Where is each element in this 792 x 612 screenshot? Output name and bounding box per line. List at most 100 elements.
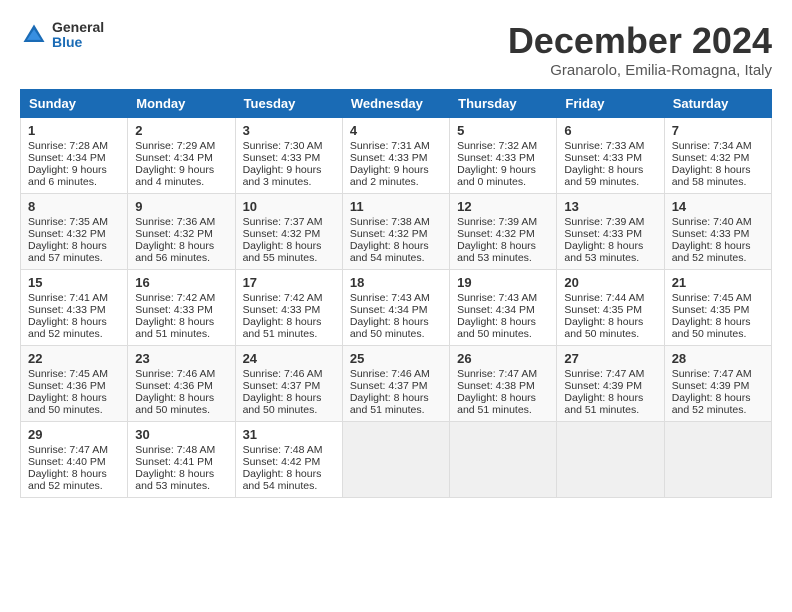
sunset-text: Sunset: 4:33 PM xyxy=(135,304,213,316)
calendar-cell: 27 Sunrise: 7:47 AM Sunset: 4:39 PM Dayl… xyxy=(557,346,664,422)
daylight-text: Daylight: 8 hours and 59 minutes. xyxy=(564,164,643,188)
calendar-cell xyxy=(664,422,771,498)
sunrise-text: Sunrise: 7:32 AM xyxy=(457,140,537,152)
logo-icon xyxy=(20,21,48,49)
calendar-cell: 30 Sunrise: 7:48 AM Sunset: 4:41 PM Dayl… xyxy=(128,422,235,498)
calendar-cell: 3 Sunrise: 7:30 AM Sunset: 4:33 PM Dayli… xyxy=(235,118,342,194)
daylight-text: Daylight: 8 hours and 50 minutes. xyxy=(350,316,429,340)
daylight-text: Daylight: 8 hours and 50 minutes. xyxy=(243,392,322,416)
sunset-text: Sunset: 4:34 PM xyxy=(28,152,106,164)
daylight-text: Daylight: 8 hours and 51 minutes. xyxy=(135,316,214,340)
logo-blue-text: Blue xyxy=(52,35,104,50)
calendar-cell: 19 Sunrise: 7:43 AM Sunset: 4:34 PM Dayl… xyxy=(450,270,557,346)
sunrise-text: Sunrise: 7:45 AM xyxy=(28,368,108,380)
daylight-text: Daylight: 9 hours and 0 minutes. xyxy=(457,164,536,188)
sunrise-text: Sunrise: 7:31 AM xyxy=(350,140,430,152)
calendar-cell: 29 Sunrise: 7:47 AM Sunset: 4:40 PM Dayl… xyxy=(21,422,128,498)
day-number: 23 xyxy=(135,351,227,366)
day-number: 25 xyxy=(350,351,442,366)
sunset-text: Sunset: 4:39 PM xyxy=(564,380,642,392)
sunrise-text: Sunrise: 7:40 AM xyxy=(672,216,752,228)
month-title: December 2024 xyxy=(508,20,772,62)
sunrise-text: Sunrise: 7:42 AM xyxy=(135,292,215,304)
weekday-header: Sunday xyxy=(21,90,128,118)
weekday-header: Wednesday xyxy=(342,90,449,118)
sunset-text: Sunset: 4:34 PM xyxy=(135,152,213,164)
sunset-text: Sunset: 4:35 PM xyxy=(672,304,750,316)
sunset-text: Sunset: 4:37 PM xyxy=(243,380,321,392)
calendar-cell xyxy=(557,422,664,498)
sunset-text: Sunset: 4:36 PM xyxy=(135,380,213,392)
sunrise-text: Sunrise: 7:33 AM xyxy=(564,140,644,152)
daylight-text: Daylight: 8 hours and 50 minutes. xyxy=(564,316,643,340)
sunset-text: Sunset: 4:33 PM xyxy=(243,304,321,316)
daylight-text: Daylight: 8 hours and 53 minutes. xyxy=(135,468,214,492)
sunrise-text: Sunrise: 7:41 AM xyxy=(28,292,108,304)
sunset-text: Sunset: 4:32 PM xyxy=(457,228,535,240)
sunset-text: Sunset: 4:33 PM xyxy=(564,228,642,240)
sunrise-text: Sunrise: 7:46 AM xyxy=(350,368,430,380)
daylight-text: Daylight: 8 hours and 52 minutes. xyxy=(28,316,107,340)
sunrise-text: Sunrise: 7:35 AM xyxy=(28,216,108,228)
day-number: 5 xyxy=(457,123,549,138)
daylight-text: Daylight: 8 hours and 54 minutes. xyxy=(350,240,429,264)
calendar-cell: 23 Sunrise: 7:46 AM Sunset: 4:36 PM Dayl… xyxy=(128,346,235,422)
daylight-text: Daylight: 8 hours and 51 minutes. xyxy=(457,392,536,416)
day-number: 27 xyxy=(564,351,656,366)
day-number: 10 xyxy=(243,199,335,214)
calendar-cell: 5 Sunrise: 7:32 AM Sunset: 4:33 PM Dayli… xyxy=(450,118,557,194)
day-number: 24 xyxy=(243,351,335,366)
daylight-text: Daylight: 9 hours and 3 minutes. xyxy=(243,164,322,188)
sunrise-text: Sunrise: 7:47 AM xyxy=(28,444,108,456)
daylight-text: Daylight: 8 hours and 53 minutes. xyxy=(457,240,536,264)
sunrise-text: Sunrise: 7:47 AM xyxy=(672,368,752,380)
sunrise-text: Sunrise: 7:36 AM xyxy=(135,216,215,228)
day-number: 14 xyxy=(672,199,764,214)
day-number: 28 xyxy=(672,351,764,366)
calendar-cell: 2 Sunrise: 7:29 AM Sunset: 4:34 PM Dayli… xyxy=(128,118,235,194)
daylight-text: Daylight: 9 hours and 4 minutes. xyxy=(135,164,214,188)
day-number: 3 xyxy=(243,123,335,138)
calendar-cell: 4 Sunrise: 7:31 AM Sunset: 4:33 PM Dayli… xyxy=(342,118,449,194)
calendar-week-row: 8 Sunrise: 7:35 AM Sunset: 4:32 PM Dayli… xyxy=(21,194,772,270)
sunset-text: Sunset: 4:39 PM xyxy=(672,380,750,392)
sunrise-text: Sunrise: 7:43 AM xyxy=(457,292,537,304)
sunset-text: Sunset: 4:32 PM xyxy=(350,228,428,240)
day-number: 7 xyxy=(672,123,764,138)
sunset-text: Sunset: 4:33 PM xyxy=(28,304,106,316)
calendar-cell: 9 Sunrise: 7:36 AM Sunset: 4:32 PM Dayli… xyxy=(128,194,235,270)
sunset-text: Sunset: 4:35 PM xyxy=(564,304,642,316)
calendar-cell: 24 Sunrise: 7:46 AM Sunset: 4:37 PM Dayl… xyxy=(235,346,342,422)
location-title: Granarolo, Emilia-Romagna, Italy xyxy=(508,62,772,79)
header: General Blue December 2024 Granarolo, Em… xyxy=(20,20,772,79)
sunset-text: Sunset: 4:32 PM xyxy=(135,228,213,240)
day-number: 17 xyxy=(243,275,335,290)
weekday-header: Friday xyxy=(557,90,664,118)
calendar-cell xyxy=(450,422,557,498)
calendar-cell: 15 Sunrise: 7:41 AM Sunset: 4:33 PM Dayl… xyxy=(21,270,128,346)
sunset-text: Sunset: 4:34 PM xyxy=(457,304,535,316)
sunrise-text: Sunrise: 7:44 AM xyxy=(564,292,644,304)
sunset-text: Sunset: 4:32 PM xyxy=(243,228,321,240)
calendar-week-row: 1 Sunrise: 7:28 AM Sunset: 4:34 PM Dayli… xyxy=(21,118,772,194)
calendar-cell: 11 Sunrise: 7:38 AM Sunset: 4:32 PM Dayl… xyxy=(342,194,449,270)
sunrise-text: Sunrise: 7:48 AM xyxy=(243,444,323,456)
sunset-text: Sunset: 4:41 PM xyxy=(135,456,213,468)
day-number: 12 xyxy=(457,199,549,214)
sunrise-text: Sunrise: 7:48 AM xyxy=(135,444,215,456)
daylight-text: Daylight: 8 hours and 50 minutes. xyxy=(457,316,536,340)
daylight-text: Daylight: 8 hours and 52 minutes. xyxy=(28,468,107,492)
sunrise-text: Sunrise: 7:46 AM xyxy=(243,368,323,380)
day-number: 29 xyxy=(28,427,120,442)
calendar: SundayMondayTuesdayWednesdayThursdayFrid… xyxy=(20,89,772,498)
calendar-cell: 25 Sunrise: 7:46 AM Sunset: 4:37 PM Dayl… xyxy=(342,346,449,422)
daylight-text: Daylight: 8 hours and 50 minutes. xyxy=(28,392,107,416)
calendar-cell: 28 Sunrise: 7:47 AM Sunset: 4:39 PM Dayl… xyxy=(664,346,771,422)
sunset-text: Sunset: 4:40 PM xyxy=(28,456,106,468)
logo-general-text: General xyxy=(52,20,104,35)
day-number: 18 xyxy=(350,275,442,290)
sunset-text: Sunset: 4:32 PM xyxy=(28,228,106,240)
calendar-cell: 22 Sunrise: 7:45 AM Sunset: 4:36 PM Dayl… xyxy=(21,346,128,422)
daylight-text: Daylight: 8 hours and 51 minutes. xyxy=(564,392,643,416)
sunset-text: Sunset: 4:34 PM xyxy=(350,304,428,316)
